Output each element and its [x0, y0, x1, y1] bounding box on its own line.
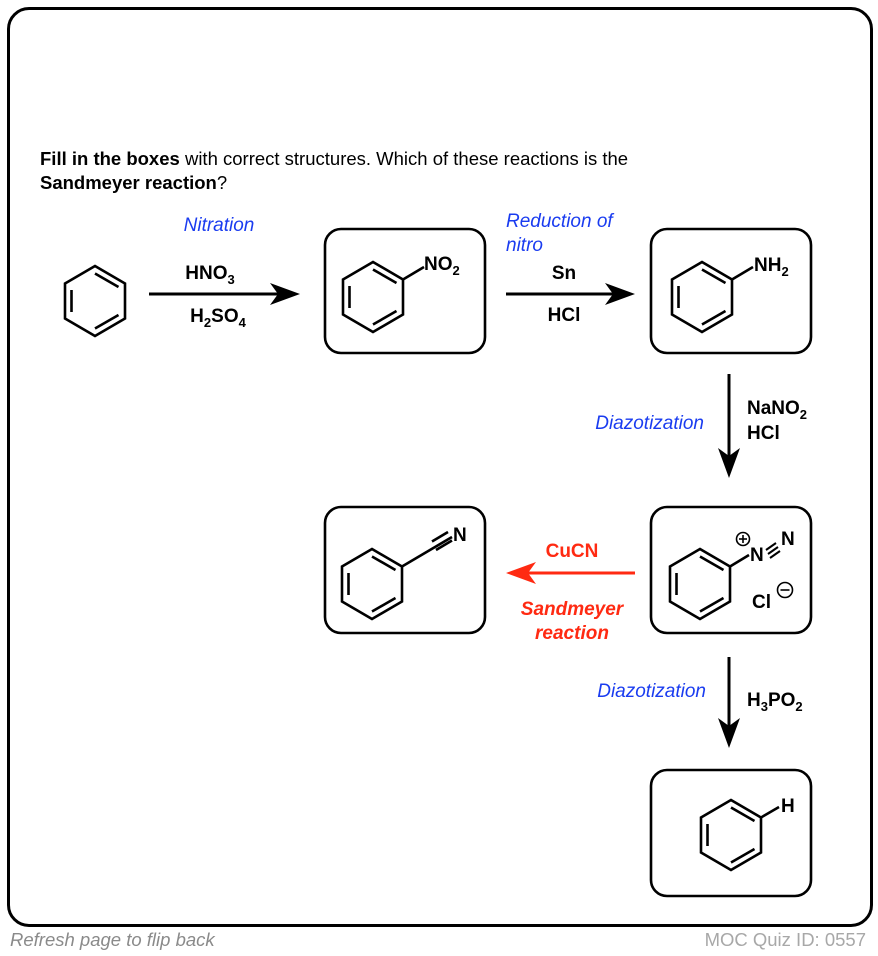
answer-box-benzene[interactable]: [649, 768, 813, 898]
label-diazotization-2: Diazotization: [597, 681, 706, 702]
label-nitration: Nitration: [184, 215, 255, 236]
arrow-diazotization-2: [718, 657, 740, 748]
nitrile-n-label: N: [453, 525, 467, 546]
benzene-h-structure: [699, 798, 780, 872]
hydrogen-label: H: [781, 796, 795, 817]
flip-back-hint: Refresh page to flip back: [10, 929, 215, 950]
reagent-cucn: CuCN: [546, 541, 599, 562]
reagent-hno3: HNO3: [185, 263, 234, 287]
nitro-group-label: NO2: [424, 254, 460, 278]
triple-bond: [765, 542, 781, 559]
diazonium-plus-icon: [735, 531, 751, 547]
arrow-reduction: [506, 283, 635, 305]
arrow-nitration: [149, 283, 300, 305]
reaction-scheme: Nitration HNO3 H2SO4 NO2 Reduction of ni…: [63, 211, 813, 898]
aniline-structure: [670, 260, 754, 334]
amine-group-label: NH2: [754, 255, 789, 279]
label-reduction-line2: nitro: [506, 235, 543, 256]
reagent-hcl-2: HCl: [747, 423, 780, 444]
diazonium-structure: [668, 547, 750, 621]
label-diazotization-1: Diazotization: [595, 413, 704, 434]
nitrobenzene-structure: [341, 260, 425, 334]
arrow-diazotization-1: [718, 374, 740, 478]
benzene-start: [63, 264, 127, 338]
reagent-h3po2: H3PO2: [747, 690, 803, 714]
reagent-h2so4: H2SO4: [190, 306, 246, 330]
arrow-sandmeyer: [506, 562, 635, 584]
reagent-nano2: NaNO2: [747, 398, 807, 422]
chloride-minus-icon: [776, 581, 794, 599]
diazonium-n2: N: [781, 529, 795, 550]
label-sandmeyer-line2: reaction: [535, 623, 609, 644]
benzonitrile-structure: [340, 530, 453, 621]
diazonium-n1: N: [750, 545, 764, 566]
label-sandmeyer-line1: Sandmeyer: [521, 599, 625, 620]
reagent-hcl-1: HCl: [548, 305, 581, 326]
reagent-sn: Sn: [552, 263, 576, 284]
chloride-label: Cl: [752, 592, 771, 613]
quiz-id: MOC Quiz ID: 0557: [704, 929, 866, 950]
label-reduction-line1: Reduction of: [506, 211, 614, 232]
